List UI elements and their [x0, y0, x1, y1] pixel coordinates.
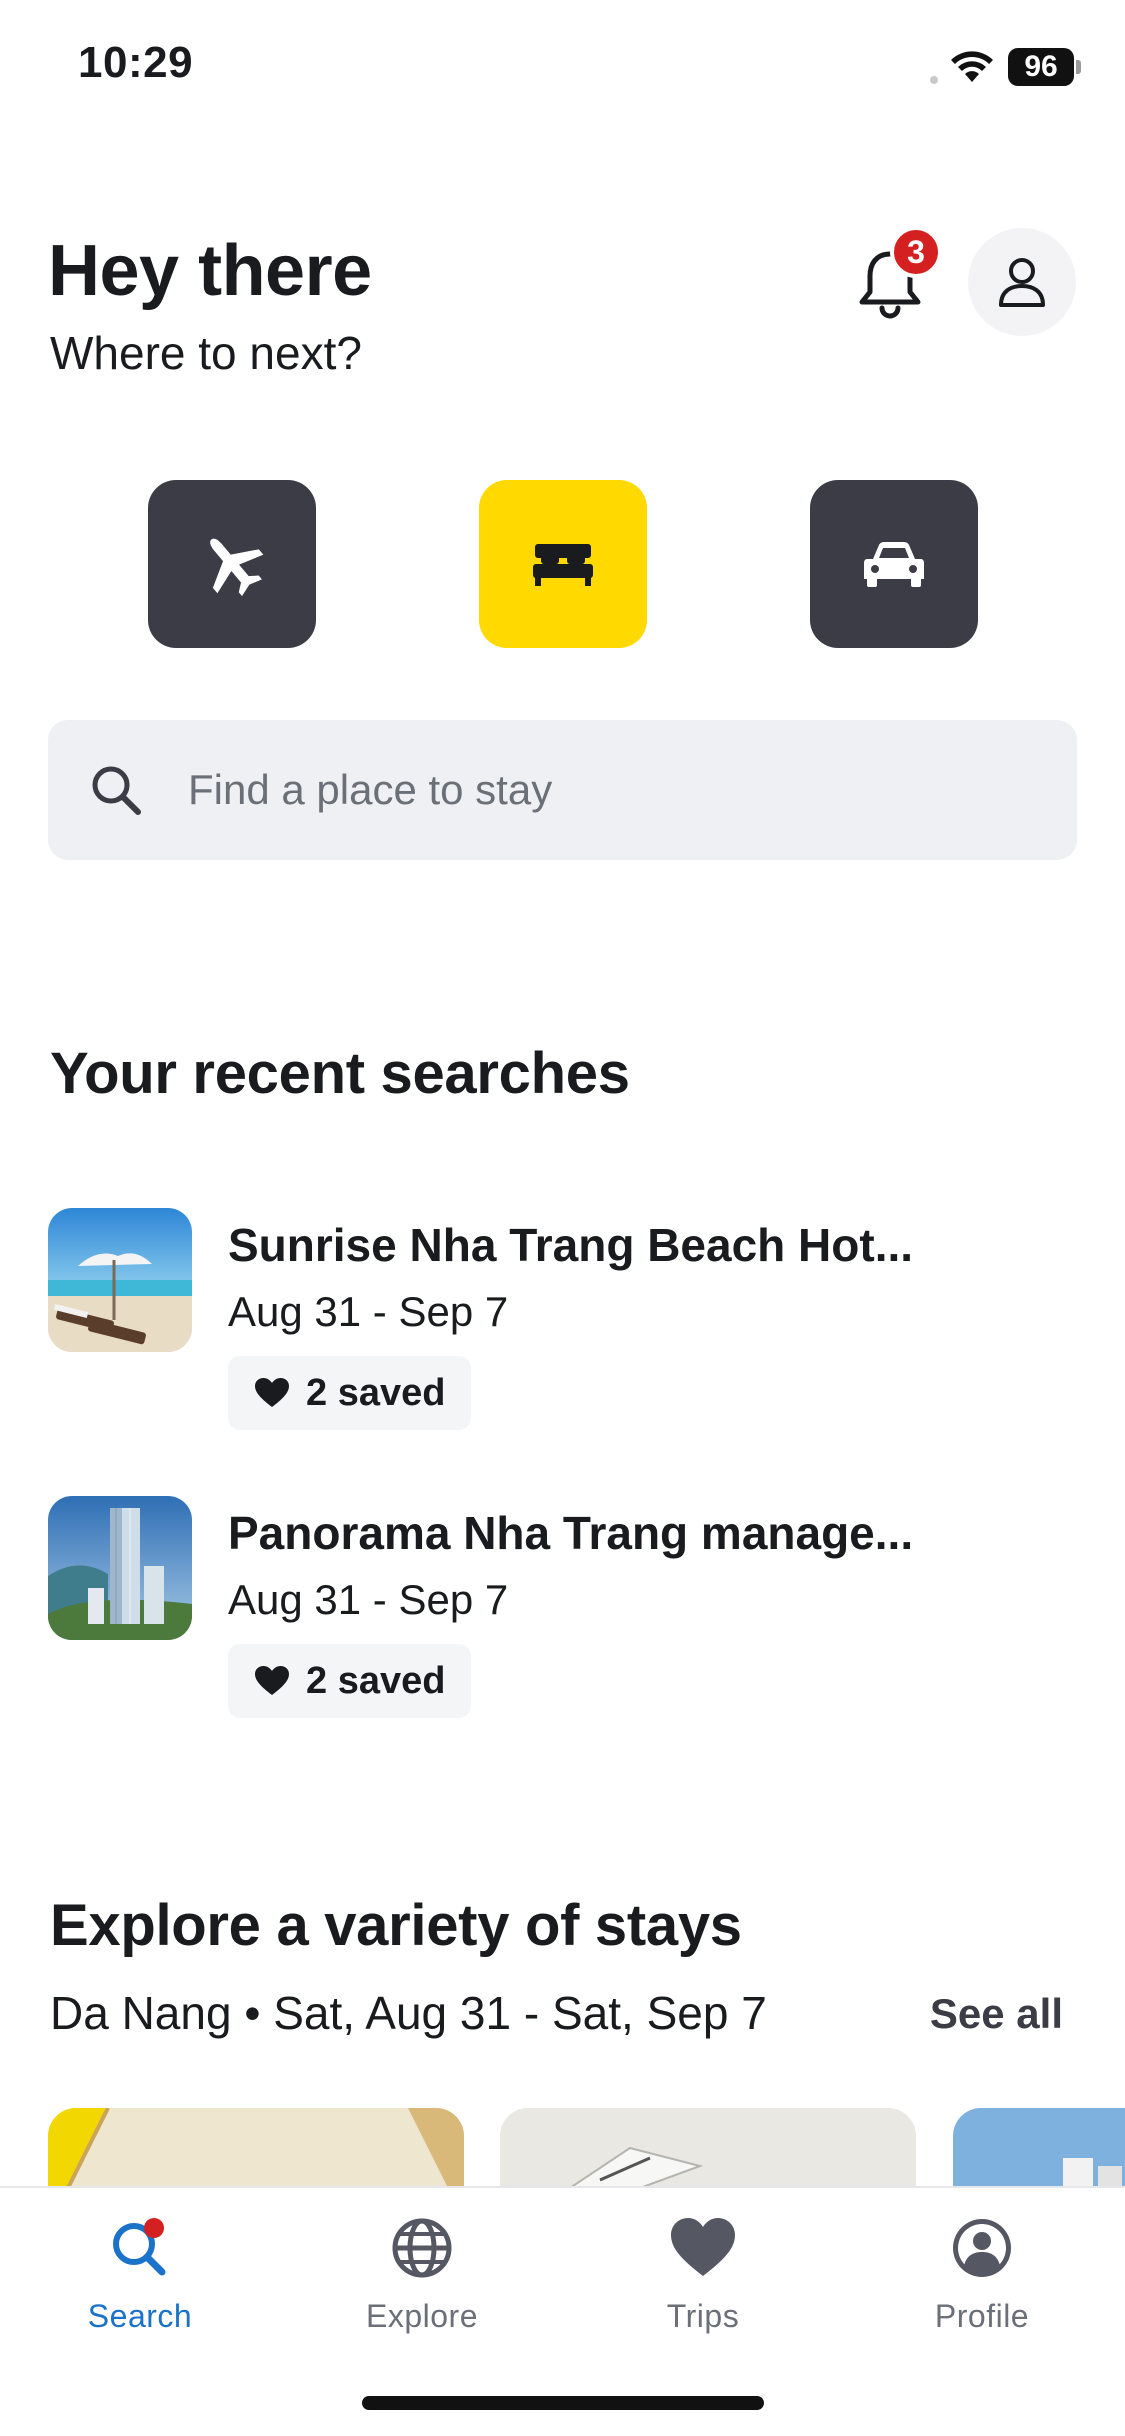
explore-title: Explore a variety of stays: [50, 1893, 742, 1958]
recent-search-item[interactable]: Sunrise Nha Trang Beach Hot... Aug 31 - …: [48, 1208, 1077, 1448]
tab-label: Search: [87, 2298, 193, 2334]
see-all-link[interactable]: See all: [930, 1990, 1063, 2038]
tab-label: Profile: [934, 2298, 1030, 2334]
saved-badge[interactable]: 2 saved: [228, 1644, 472, 1718]
heart-icon: [255, 1378, 289, 1407]
hotel-name: Sunrise Nha Trang Beach Hot...: [228, 1219, 914, 1271]
tab-trips[interactable]: Trips: [603, 2212, 803, 2352]
hotel-thumbnail: [48, 1496, 192, 1640]
hotel-name: Panorama Nha Trang manage...: [228, 1507, 914, 1559]
recent-search-item[interactable]: Panorama Nha Trang manage... Aug 31 - Se…: [48, 1496, 1077, 1736]
bed-icon: [533, 544, 593, 586]
stay-card[interactable]: [500, 2108, 916, 2188]
heart-icon: [671, 2218, 735, 2276]
account-button[interactable]: [968, 228, 1076, 336]
globe-icon: [392, 2218, 452, 2278]
page-title: Hey there: [48, 231, 372, 311]
explore-subtitle: Da Nang • Sat, Aug 31 - Sat, Sep 7: [50, 1987, 767, 2039]
saved-badge[interactable]: 2 saved: [228, 1356, 472, 1430]
recent-searches-title: Your recent searches: [50, 1041, 630, 1106]
signal-dot-icon: [930, 76, 938, 84]
tab-profile[interactable]: Profile: [882, 2212, 1082, 2352]
tab-label: Trips: [666, 2298, 740, 2334]
search-placeholder: Find a place to stay: [188, 766, 553, 813]
status-time: 10:29: [78, 38, 194, 87]
battery-nub: [1076, 60, 1081, 74]
page-subtitle: Where to next?: [50, 327, 362, 379]
tab-search[interactable]: Search: [40, 2212, 240, 2352]
car-icon: [864, 542, 924, 587]
stay-card[interactable]: [48, 2108, 464, 2188]
battery-indicator: 96: [1008, 48, 1074, 86]
heart-icon: [255, 1666, 289, 1695]
search-icon: [92, 766, 141, 815]
user-icon: [999, 258, 1045, 307]
notification-badge: 3: [890, 226, 942, 278]
tab-explore[interactable]: Explore: [322, 2212, 522, 2352]
wifi-icon: [951, 51, 993, 82]
flights-tab-button[interactable]: [148, 480, 316, 648]
plane-icon: [210, 538, 264, 597]
saved-count: 2 saved: [306, 1659, 446, 1702]
home-indicator: [362, 2396, 764, 2410]
search-icon: [113, 2218, 166, 2276]
profile-icon: [953, 2219, 1011, 2277]
hotel-thumbnail: [48, 1208, 192, 1352]
saved-count: 2 saved: [306, 1371, 446, 1414]
search-dates: Aug 31 - Sep 7: [228, 1576, 509, 1623]
search-input[interactable]: Find a place to stay: [48, 720, 1077, 860]
search-dates: Aug 31 - Sep 7: [228, 1288, 509, 1335]
cars-tab-button[interactable]: [810, 480, 978, 648]
stay-card[interactable]: [953, 2108, 1125, 2188]
tab-label: Explore: [366, 2298, 478, 2334]
stays-tab-button[interactable]: [479, 480, 647, 648]
